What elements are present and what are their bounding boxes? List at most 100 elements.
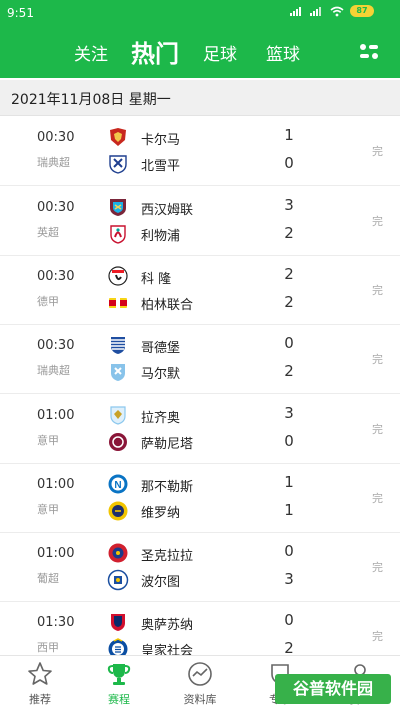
home-team: 圣克拉拉 (141, 549, 194, 564)
nav-schedule[interactable]: 赛程 (89, 660, 149, 707)
napoli-logo-icon: N (108, 474, 128, 494)
status-time: 9:51 (7, 6, 34, 20)
norrkoping-logo-icon (109, 155, 127, 174)
away-score: 3 (284, 570, 294, 588)
away-team: 柏林联合 (141, 298, 194, 313)
match-league: 意甲 (37, 434, 59, 447)
match-status: 完 (372, 630, 383, 643)
home-team: 科 隆 (141, 272, 172, 287)
match-time: 00:30 (37, 338, 75, 353)
match-league: 西甲 (37, 641, 59, 654)
malmo-logo-icon (111, 364, 125, 381)
match-time: 00:30 (37, 200, 75, 215)
match-status: 完 (372, 284, 383, 297)
match-league: 德甲 (37, 295, 59, 308)
match-league: 意甲 (37, 503, 59, 516)
match-league: 瑞典超 (37, 156, 70, 169)
porto-logo-icon (107, 569, 129, 591)
home-score: 1 (284, 473, 294, 491)
away-score: 1 (284, 501, 294, 519)
filter-menu-icon[interactable] (358, 42, 380, 62)
away-team: 北雪平 (141, 159, 181, 174)
match-row[interactable]: 00:30 英超 西汉姆联 利物浦 3 2 完 (0, 187, 400, 256)
date-header: 2021年11月08日 星期一 (0, 80, 400, 116)
lazio-logo-icon (110, 406, 126, 425)
home-team: 哥德堡 (141, 341, 181, 356)
date-text: 2021年11月08日 星期一 (11, 92, 171, 108)
match-time: 01:30 (37, 615, 75, 630)
nav-label: 赛程 (108, 693, 130, 706)
home-score: 0 (284, 611, 294, 629)
match-status: 完 (372, 492, 383, 505)
match-row[interactable]: 01:00 意甲 拉齐奥 萨勒尼塔 3 0 完 (0, 395, 400, 464)
home-team: 西汉姆联 (141, 203, 194, 218)
star-icon (28, 662, 52, 685)
wifi-icon (330, 6, 344, 16)
signal-icon (290, 7, 301, 16)
home-score: 0 (284, 542, 294, 560)
away-score: 0 (284, 432, 294, 450)
app-header: 9:51 87 关注 热门 足球 篮球 (0, 0, 400, 78)
nav-label: 推荐 (29, 693, 51, 706)
away-score: 2 (284, 224, 294, 242)
nav-recommend[interactable]: 推荐 (10, 660, 70, 707)
tab-basketball[interactable]: 篮球 (266, 40, 300, 65)
home-score: 1 (284, 126, 294, 144)
away-score: 0 (284, 154, 294, 172)
match-status: 完 (372, 145, 383, 158)
santa-clara-logo-icon (108, 543, 128, 563)
battery-icon: 87 (350, 5, 374, 17)
match-league: 英超 (37, 226, 59, 239)
liverpool-logo-icon (110, 225, 126, 244)
salernitana-logo-icon (109, 433, 127, 451)
nav-database[interactable]: 资料库 (170, 660, 230, 707)
match-time: 00:30 (37, 269, 75, 284)
match-league: 瑞典超 (37, 364, 70, 377)
westham-logo-icon (110, 199, 126, 216)
away-team: 马尔默 (141, 367, 181, 382)
match-row[interactable]: 00:30 德甲 科 隆 柏林联合 2 2 完 (0, 256, 400, 325)
watermark-logo: 谷普软件园 (275, 674, 391, 704)
tab-follow[interactable]: 关注 (74, 40, 108, 65)
match-status: 完 (372, 423, 383, 436)
trophy-icon (107, 664, 131, 685)
match-row[interactable]: 01:00 意甲 N 那不勒斯 维罗纳 1 1 完 (0, 464, 400, 533)
match-row[interactable]: 00:30 瑞典超 卡尔马 北雪平 1 0 完 (0, 117, 400, 186)
union-berlin-logo-icon (109, 298, 127, 308)
nav-label: 资料库 (183, 693, 217, 706)
tab-football[interactable]: 足球 (203, 40, 237, 65)
home-score: 2 (284, 265, 294, 283)
svg-text:N: N (114, 480, 121, 491)
match-league: 葡超 (37, 572, 59, 585)
chart-circle-icon (188, 662, 212, 686)
koln-logo-icon (108, 266, 128, 286)
goteborg-logo-icon (111, 337, 125, 354)
match-time: 01:00 (37, 408, 75, 423)
status-icons: 87 (290, 5, 374, 17)
match-status: 完 (372, 353, 383, 366)
match-row[interactable]: 00:30 瑞典超 哥德堡 马尔默 0 2 完 (0, 325, 400, 394)
home-team: 奥萨苏纳 (141, 618, 194, 633)
home-team: 卡尔马 (141, 133, 181, 148)
home-team: 那不勒斯 (141, 480, 194, 495)
away-team: 萨勒尼塔 (141, 437, 194, 452)
home-score: 0 (284, 334, 294, 352)
signal-icon-2 (310, 7, 321, 16)
home-score: 3 (284, 404, 294, 422)
match-time: 01:00 (37, 477, 75, 492)
match-status: 完 (372, 561, 383, 574)
match-row[interactable]: 01:00 葡超 圣克拉拉 波尔图 0 3 完 (0, 533, 400, 602)
tab-hot[interactable]: 热门 (131, 34, 179, 69)
status-bar: 9:51 87 (0, 0, 400, 28)
away-score: 2 (284, 293, 294, 311)
away-team: 利物浦 (141, 229, 181, 244)
kalmar-logo-icon (110, 128, 126, 146)
osasuna-logo-icon (111, 614, 125, 631)
verona-logo-icon (108, 501, 128, 521)
away-team: 维罗纳 (141, 506, 181, 521)
away-score: 2 (284, 362, 294, 380)
match-status: 完 (372, 215, 383, 228)
home-score: 3 (284, 196, 294, 214)
match-time: 01:00 (37, 546, 75, 561)
home-team: 拉齐奥 (141, 411, 181, 426)
